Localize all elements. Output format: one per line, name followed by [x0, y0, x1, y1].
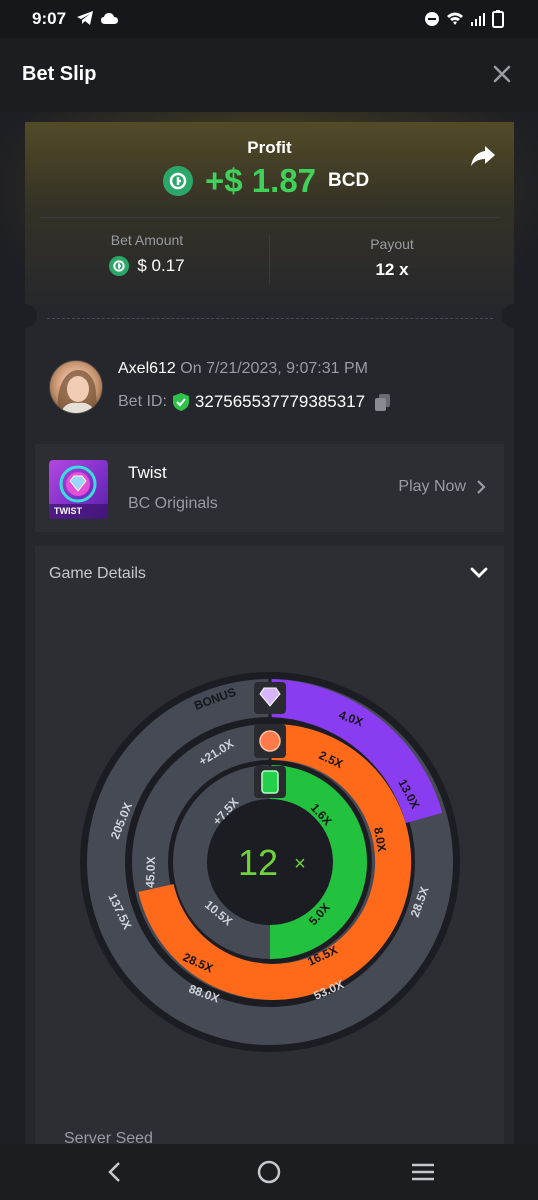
- play-now-label: Play Now: [398, 478, 466, 495]
- payout-stat: Payout 12 x: [270, 236, 514, 280]
- status-time: 9:07: [32, 9, 67, 28]
- chevron-down-icon[interactable]: [470, 566, 488, 580]
- home-icon[interactable]: [256, 1159, 282, 1185]
- thumb-badge: TWIST: [54, 506, 82, 516]
- app-header: Bet Slip: [0, 38, 538, 112]
- user-line: Axel612 On 7/21/2023, 9:07:31 PM: [118, 360, 368, 378]
- profit-label: Profit: [247, 138, 292, 157]
- bet-amount-label: Bet Amount: [110, 232, 184, 248]
- game-name: Twist: [128, 463, 167, 482]
- profit-row: +$ 1.87 BCD: [163, 162, 369, 200]
- page-title: Bet Slip: [22, 63, 97, 85]
- profit-currency: BCD: [328, 170, 370, 191]
- twist-wheel: 12 × BONUS 4.0X 13.0X 28.5X 53.0X 88.0X …: [80, 672, 460, 1052]
- screen: 9:07 Bet Slip Profit +$ 1.87 BCD Bet Amo…: [0, 0, 538, 1200]
- divider: [39, 217, 499, 218]
- status-bar: 9:07: [0, 0, 538, 38]
- game-provider: BC Originals: [128, 495, 218, 512]
- play-now-button[interactable]: Play Now: [398, 478, 486, 496]
- system-nav-bar: [0, 1144, 538, 1200]
- dashed-divider: [47, 318, 493, 319]
- avatar[interactable]: [49, 360, 103, 414]
- dnd-icon: [425, 12, 439, 26]
- close-icon[interactable]: [490, 62, 514, 86]
- ruby-icon: [259, 730, 281, 752]
- back-icon[interactable]: [104, 1160, 124, 1184]
- battery-icon: [492, 10, 504, 28]
- bcd-coin-icon: [163, 166, 193, 196]
- chevron-right-icon: [477, 480, 486, 494]
- wifi-icon: [447, 12, 463, 25]
- bet-id-value: 327565537779385317: [194, 392, 366, 411]
- bcd-coin-icon: [109, 256, 130, 276]
- bet-id-row: Bet ID: 327565537779385317: [118, 392, 393, 412]
- shield-check-icon: [172, 393, 189, 411]
- bet-id-label: Bet ID:: [118, 393, 167, 410]
- bet-amount-stat: Bet Amount $ 0.17: [25, 232, 269, 276]
- game-details-section: Game Details 12 × BONUS 4.0X 13.0X 28.5X…: [35, 546, 504, 1144]
- payout-value: 12 x: [375, 260, 409, 279]
- game-thumbnail[interactable]: TWIST: [49, 460, 108, 519]
- game-details-title[interactable]: Game Details: [49, 565, 146, 583]
- bet-date: On 7/21/2023, 9:07:31 PM: [180, 360, 368, 377]
- middle-label: 45.0X: [143, 856, 158, 888]
- payout-label: Payout: [370, 236, 414, 252]
- recents-menu-icon[interactable]: [410, 1162, 436, 1182]
- bet-slip-panel: Profit +$ 1.87 BCD Bet Amount $ 0.17 Pay…: [0, 112, 538, 1144]
- share-icon[interactable]: [470, 144, 496, 168]
- result-symbol: ×: [294, 853, 306, 875]
- copy-icon[interactable]: [373, 392, 393, 412]
- server-seed-label: Server Seed: [64, 1130, 153, 1144]
- cloud-icon: [101, 13, 118, 24]
- bet-amount-value: $ 0.17: [137, 256, 185, 275]
- result-value: 12: [238, 842, 278, 883]
- emerald-icon: [261, 770, 279, 794]
- profit-amount: +$ 1.87: [205, 162, 317, 199]
- username[interactable]: Axel612: [118, 360, 176, 377]
- bet-card: Profit +$ 1.87 BCD Bet Amount $ 0.17 Pay…: [13, 122, 526, 1144]
- signal-icon: [471, 13, 485, 26]
- telegram-icon: [77, 11, 93, 25]
- game-row[interactable]: TWIST Twist BC Originals Play Now: [35, 444, 504, 532]
